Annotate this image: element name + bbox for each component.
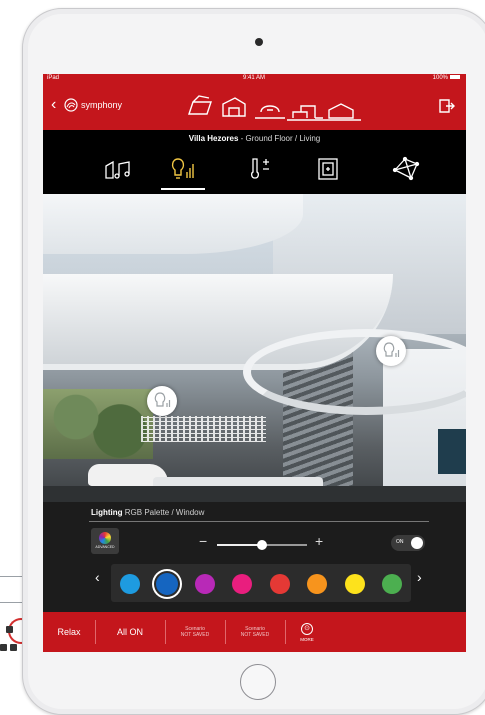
scenario-slot-2[interactable]: Scenario NOT SAVED xyxy=(225,612,285,652)
window-blind-icon xyxy=(318,158,338,180)
decorative-dot xyxy=(6,626,13,633)
palette-prev-arrow[interactable]: ‹ xyxy=(95,569,100,585)
logout-icon[interactable] xyxy=(438,98,456,114)
color-swatch[interactable] xyxy=(269,574,290,594)
camera-dot xyxy=(255,38,263,46)
panel-title-main: Lighting xyxy=(91,508,123,517)
brightness-decrease-button[interactable]: − xyxy=(199,533,207,549)
tab-network[interactable] xyxy=(385,152,425,190)
garden-trees xyxy=(43,389,153,459)
decorative-dot xyxy=(10,644,17,651)
bulb-icon xyxy=(383,342,400,357)
app-screen: iPad 9:41 AM 100% ‹ symphony Villa Hezor xyxy=(43,74,466,652)
bulb-icon xyxy=(171,158,194,179)
tab-lighting[interactable] xyxy=(161,152,205,190)
status-bar: iPad 9:41 AM 100% xyxy=(43,74,466,84)
color-wheel-icon xyxy=(99,532,111,544)
color-swatch[interactable] xyxy=(344,574,365,594)
slider-fill xyxy=(217,544,262,546)
ceiling xyxy=(43,194,303,254)
status-time: 9:41 AM xyxy=(243,75,266,81)
divider xyxy=(89,521,429,522)
color-palette xyxy=(111,564,411,602)
color-swatch[interactable] xyxy=(232,574,253,594)
color-swatch[interactable] xyxy=(119,574,140,594)
more-label: MORE xyxy=(300,636,314,642)
window-glass xyxy=(438,429,466,474)
house-floors-icon[interactable] xyxy=(183,90,363,124)
all-on-label: All ON xyxy=(116,627,143,637)
floor xyxy=(43,486,466,502)
breadcrumb-home[interactable]: Villa Hezores xyxy=(189,134,239,143)
advanced-label: ADVANCED xyxy=(95,545,115,549)
tab-window[interactable] xyxy=(309,152,349,190)
scenario-bar: Relax All ON Scenario NOT SAVED Scenario… xyxy=(43,612,466,652)
more-button[interactable]: ⊙ MORE xyxy=(285,612,329,652)
scenario-status: NOT SAVED xyxy=(240,632,270,638)
tab-multimedia[interactable] xyxy=(97,152,137,190)
speaker-note-icon xyxy=(105,160,130,179)
thermometer-icon xyxy=(251,158,269,179)
panel-title-sub: RGB Palette / Window xyxy=(124,508,205,517)
power-toggle[interactable]: ON xyxy=(391,535,425,551)
back-chevron-icon[interactable]: ‹ xyxy=(51,96,56,114)
battery-icon xyxy=(450,75,460,80)
network-icon xyxy=(392,156,420,181)
scenario-relax-button[interactable]: Relax xyxy=(43,612,95,652)
crystal-chandelier xyxy=(141,416,266,442)
breadcrumb-path: - Ground Floor / Living xyxy=(240,134,321,143)
app-name: symphony xyxy=(81,100,123,110)
light-point-marker[interactable] xyxy=(147,386,177,416)
palette-next-arrow[interactable]: › xyxy=(417,569,422,585)
color-swatch[interactable] xyxy=(382,574,403,594)
breadcrumb: Villa Hezores - Ground Floor / Living xyxy=(43,130,466,148)
category-tabs xyxy=(43,148,466,194)
toggle-knob xyxy=(411,537,423,549)
color-swatch[interactable] xyxy=(307,574,328,594)
scenario-slot-1[interactable]: Scenario NOT SAVED xyxy=(165,612,225,652)
toggle-label: ON xyxy=(396,539,404,545)
lighting-panel: Lighting RGB Palette / Window ADVANCED −… xyxy=(43,502,466,612)
tab-climate[interactable] xyxy=(239,152,279,190)
color-swatch[interactable] xyxy=(156,573,179,595)
relax-label: Relax xyxy=(57,627,81,637)
carrier-label: iPad xyxy=(47,75,60,81)
brightness-slider[interactable] xyxy=(217,540,307,550)
battery-percent: 100% xyxy=(432,75,448,81)
more-circle-icon: ⊙ xyxy=(301,622,313,635)
light-point-marker[interactable] xyxy=(376,336,406,366)
home-button[interactable] xyxy=(240,664,276,700)
top-nav: ‹ symphony xyxy=(43,84,466,130)
decorative-dot xyxy=(0,644,7,651)
slider-handle[interactable] xyxy=(257,540,267,550)
scenario-status: NOT SAVED xyxy=(180,632,210,638)
advanced-color-button[interactable]: ADVANCED xyxy=(91,528,119,554)
upper-ring-balcony xyxy=(243,329,466,415)
color-swatch[interactable] xyxy=(194,574,215,594)
bulb-icon xyxy=(154,392,171,407)
panel-title: Lighting RGB Palette / Window xyxy=(91,508,204,517)
battery-indicator: 100% xyxy=(433,75,460,81)
room-photo xyxy=(43,194,466,502)
brightness-increase-button[interactable]: + xyxy=(315,533,323,549)
symphony-logo-icon xyxy=(64,98,78,112)
all-on-button[interactable]: All ON xyxy=(95,612,165,652)
